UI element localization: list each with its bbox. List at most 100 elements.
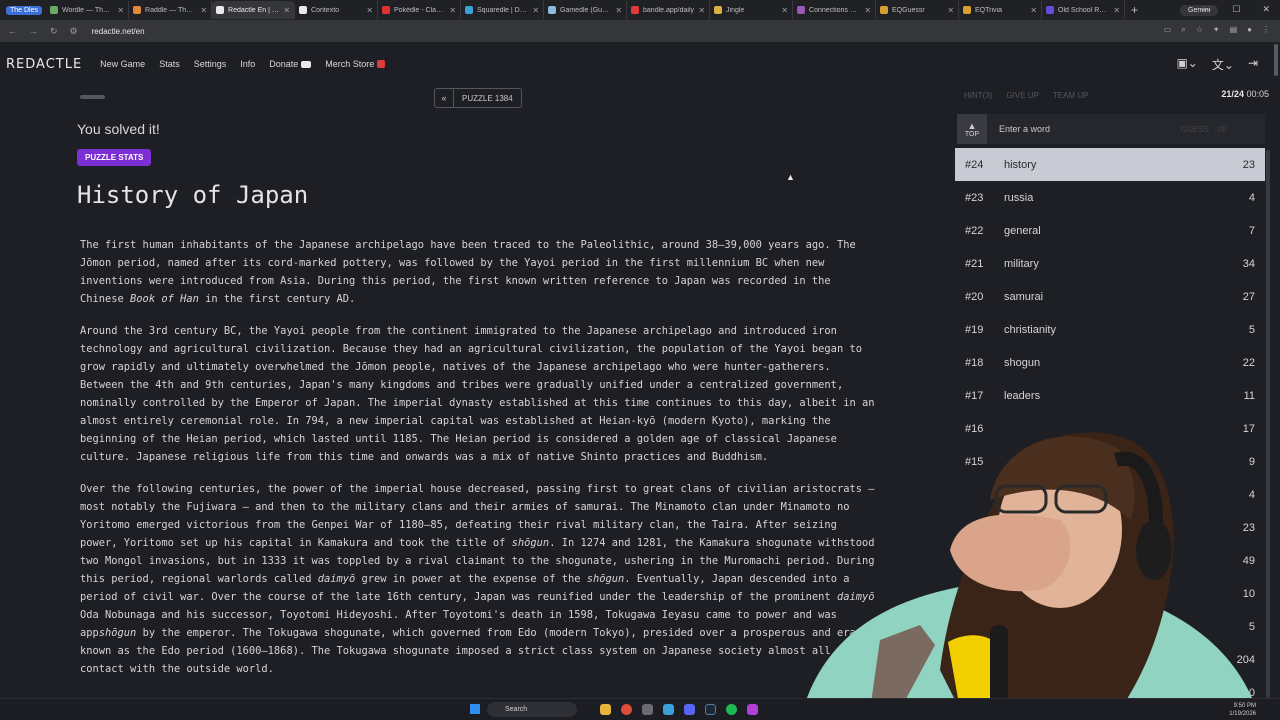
- guess-number: #19: [965, 323, 984, 336]
- text-segment: grew in power at the expense of the: [355, 573, 587, 585]
- sidebar-icon[interactable]: ▤: [1230, 25, 1238, 35]
- menu-icon[interactable]: ⋮: [1262, 25, 1270, 35]
- tab-favicon-icon: [50, 6, 59, 14]
- extensions-icon[interactable]: ✦: [1213, 25, 1220, 35]
- browser-tab[interactable]: EQGuessr ✕: [876, 1, 960, 19]
- tab-close-icon[interactable]: ✕: [532, 6, 539, 15]
- tab-close-icon[interactable]: ✕: [781, 6, 788, 15]
- browser-tab[interactable]: Raddle — The W ✕: [129, 1, 213, 19]
- tab-close-icon[interactable]: ✕: [698, 6, 705, 15]
- browser-tab[interactable]: Pokédle - Classic ✕: [378, 1, 462, 19]
- team-up-button[interactable]: TEAM UP: [1053, 91, 1089, 100]
- tab-close-icon[interactable]: ✕: [200, 6, 207, 15]
- tab-group-label[interactable]: The Dles: [6, 5, 43, 15]
- hint-button[interactable]: HINT(3): [964, 91, 992, 100]
- puzzle-stats-button[interactable]: PUZZLE STATS: [77, 149, 152, 166]
- previous-puzzle-button[interactable]: «: [434, 88, 454, 108]
- page-scrollbar[interactable]: [1274, 44, 1278, 76]
- nav-right-icons: ▣⌄ 文⌄ ⇥: [1176, 56, 1258, 73]
- app-icon[interactable]: [663, 704, 674, 715]
- tab-favicon-icon: [299, 6, 308, 14]
- site-logo[interactable]: REDACTLE: [6, 57, 82, 72]
- zoom-icon[interactable]: ⌕: [1181, 25, 1185, 35]
- browser-tab[interactable]: Jingle ✕: [710, 1, 794, 19]
- nav-settings[interactable]: Settings: [194, 59, 227, 69]
- guess-number: #23: [965, 191, 984, 204]
- browser-tab[interactable]: Gamedle (Guess ✕: [544, 1, 628, 19]
- taskbar-clock: 9:50 PM 1/19/2026: [1229, 702, 1256, 718]
- spotify-icon[interactable]: [726, 704, 737, 715]
- cast-icon[interactable]: ▭: [1164, 25, 1172, 35]
- chrome-icon[interactable]: [621, 704, 632, 715]
- tab-favicon-icon: [1046, 6, 1055, 14]
- browser-tab[interactable]: Squaredle | Daily ✕: [461, 1, 545, 19]
- tab-close-icon[interactable]: ✕: [366, 6, 373, 15]
- scroll-top-button[interactable]: ▲ TOP: [957, 114, 987, 144]
- tab-close-icon[interactable]: ✕: [615, 6, 622, 15]
- tab-close-icon[interactable]: ✕: [864, 6, 871, 15]
- tab-strip: Wordle — The N ✕ Raddle — The W ✕ Redactle E…: [46, 1, 1126, 19]
- browser-tab[interactable]: Wordle — The N ✕: [46, 1, 130, 19]
- nav-stats[interactable]: Stats: [159, 59, 180, 69]
- give-up-button[interactable]: GIVE UP: [1006, 91, 1038, 100]
- login-icon[interactable]: ⇥: [1248, 56, 1258, 73]
- guess-row[interactable]: #18 shogun 22: [955, 346, 1265, 379]
- nav-merch-store[interactable]: Merch Store: [325, 59, 386, 69]
- solved-message: You solved it!: [77, 121, 160, 137]
- reload-icon[interactable]: ↻: [50, 26, 58, 37]
- article-source-icon[interactable]: ▣⌄: [1176, 56, 1197, 73]
- tab-close-icon[interactable]: ✕: [117, 6, 124, 15]
- close-icon[interactable]: ✕: [1262, 4, 1270, 15]
- browser-tab[interactable]: Contexto ✕: [295, 1, 379, 19]
- guess-row[interactable]: #22 general 7: [955, 214, 1265, 247]
- tab-close-icon[interactable]: ✕: [947, 6, 954, 15]
- new-tab-button[interactable]: +: [1125, 3, 1144, 17]
- back-icon[interactable]: ←: [8, 26, 17, 36]
- guess-count: (0): [1217, 124, 1227, 134]
- browser-tab[interactable]: Connections — T ✕: [793, 1, 877, 19]
- nav-donate[interactable]: Donate: [269, 59, 312, 69]
- taskbar-search[interactable]: Search: [487, 702, 577, 717]
- text-segment: by the emperor. The Tokugawa shogunate, …: [80, 627, 856, 675]
- tab-close-icon[interactable]: ✕: [1113, 6, 1120, 15]
- site-info-icon[interactable]: ⚙: [70, 26, 78, 37]
- browser-tab[interactable]: Old School Rune ✕: [1042, 1, 1126, 19]
- guess-input[interactable]: [999, 124, 1179, 134]
- guess-row[interactable]: #19 christianity 5: [955, 313, 1265, 346]
- maximize-icon[interactable]: ☐: [1232, 4, 1240, 15]
- tab-close-icon[interactable]: ✕: [1030, 6, 1037, 15]
- taskbar-apps: [600, 704, 758, 715]
- guess-row[interactable]: #17 leaders 11: [955, 379, 1265, 412]
- bookmark-star-icon[interactable]: ☆: [1196, 25, 1203, 35]
- language-icon[interactable]: 文⌄: [1212, 56, 1234, 73]
- url-field[interactable]: redactle.net/en: [92, 27, 145, 36]
- guess-row[interactable]: #20 samurai 27: [955, 280, 1265, 313]
- guess-row[interactable]: #21 military 34: [955, 247, 1265, 280]
- guess-row[interactable]: #24 history 23: [955, 148, 1265, 181]
- tab-label: Raddle — The W: [145, 6, 197, 14]
- tab-close-icon[interactable]: ✕: [283, 6, 290, 15]
- tab-label: EQTrivia: [975, 6, 1002, 14]
- italic-term: daimyō: [317, 573, 356, 585]
- minimize-icon[interactable]: —: [1201, 4, 1210, 15]
- app-icon[interactable]: [747, 704, 758, 715]
- guess-button[interactable]: GUESS: [1181, 125, 1209, 134]
- steam-icon[interactable]: [705, 704, 716, 715]
- app-icon[interactable]: [642, 704, 653, 715]
- browser-tab[interactable]: Redactle En | Wi ✕: [212, 1, 296, 19]
- start-menu-icon[interactable]: [470, 704, 480, 714]
- article-paragraph: The first human inhabitants of the Japan…: [80, 236, 880, 308]
- profile-icon[interactable]: ●: [1247, 25, 1252, 35]
- guess-row[interactable]: #23 russia 4: [955, 181, 1265, 214]
- guess-word: russia: [1004, 191, 1034, 204]
- nav-new-game[interactable]: New Game: [100, 59, 145, 69]
- nav-info[interactable]: Info: [240, 59, 255, 69]
- file-explorer-icon[interactable]: [600, 704, 611, 715]
- discord-icon[interactable]: [684, 704, 695, 715]
- forward-icon[interactable]: →: [29, 26, 38, 36]
- tab-close-icon[interactable]: ✕: [449, 6, 456, 15]
- browser-tab[interactable]: bandle.app/daily ✕: [627, 1, 711, 19]
- puzzle-number: PUZZLE 1384: [454, 88, 522, 108]
- guess-word: shogun: [1004, 356, 1041, 369]
- browser-tab[interactable]: EQTrivia ✕: [959, 1, 1043, 19]
